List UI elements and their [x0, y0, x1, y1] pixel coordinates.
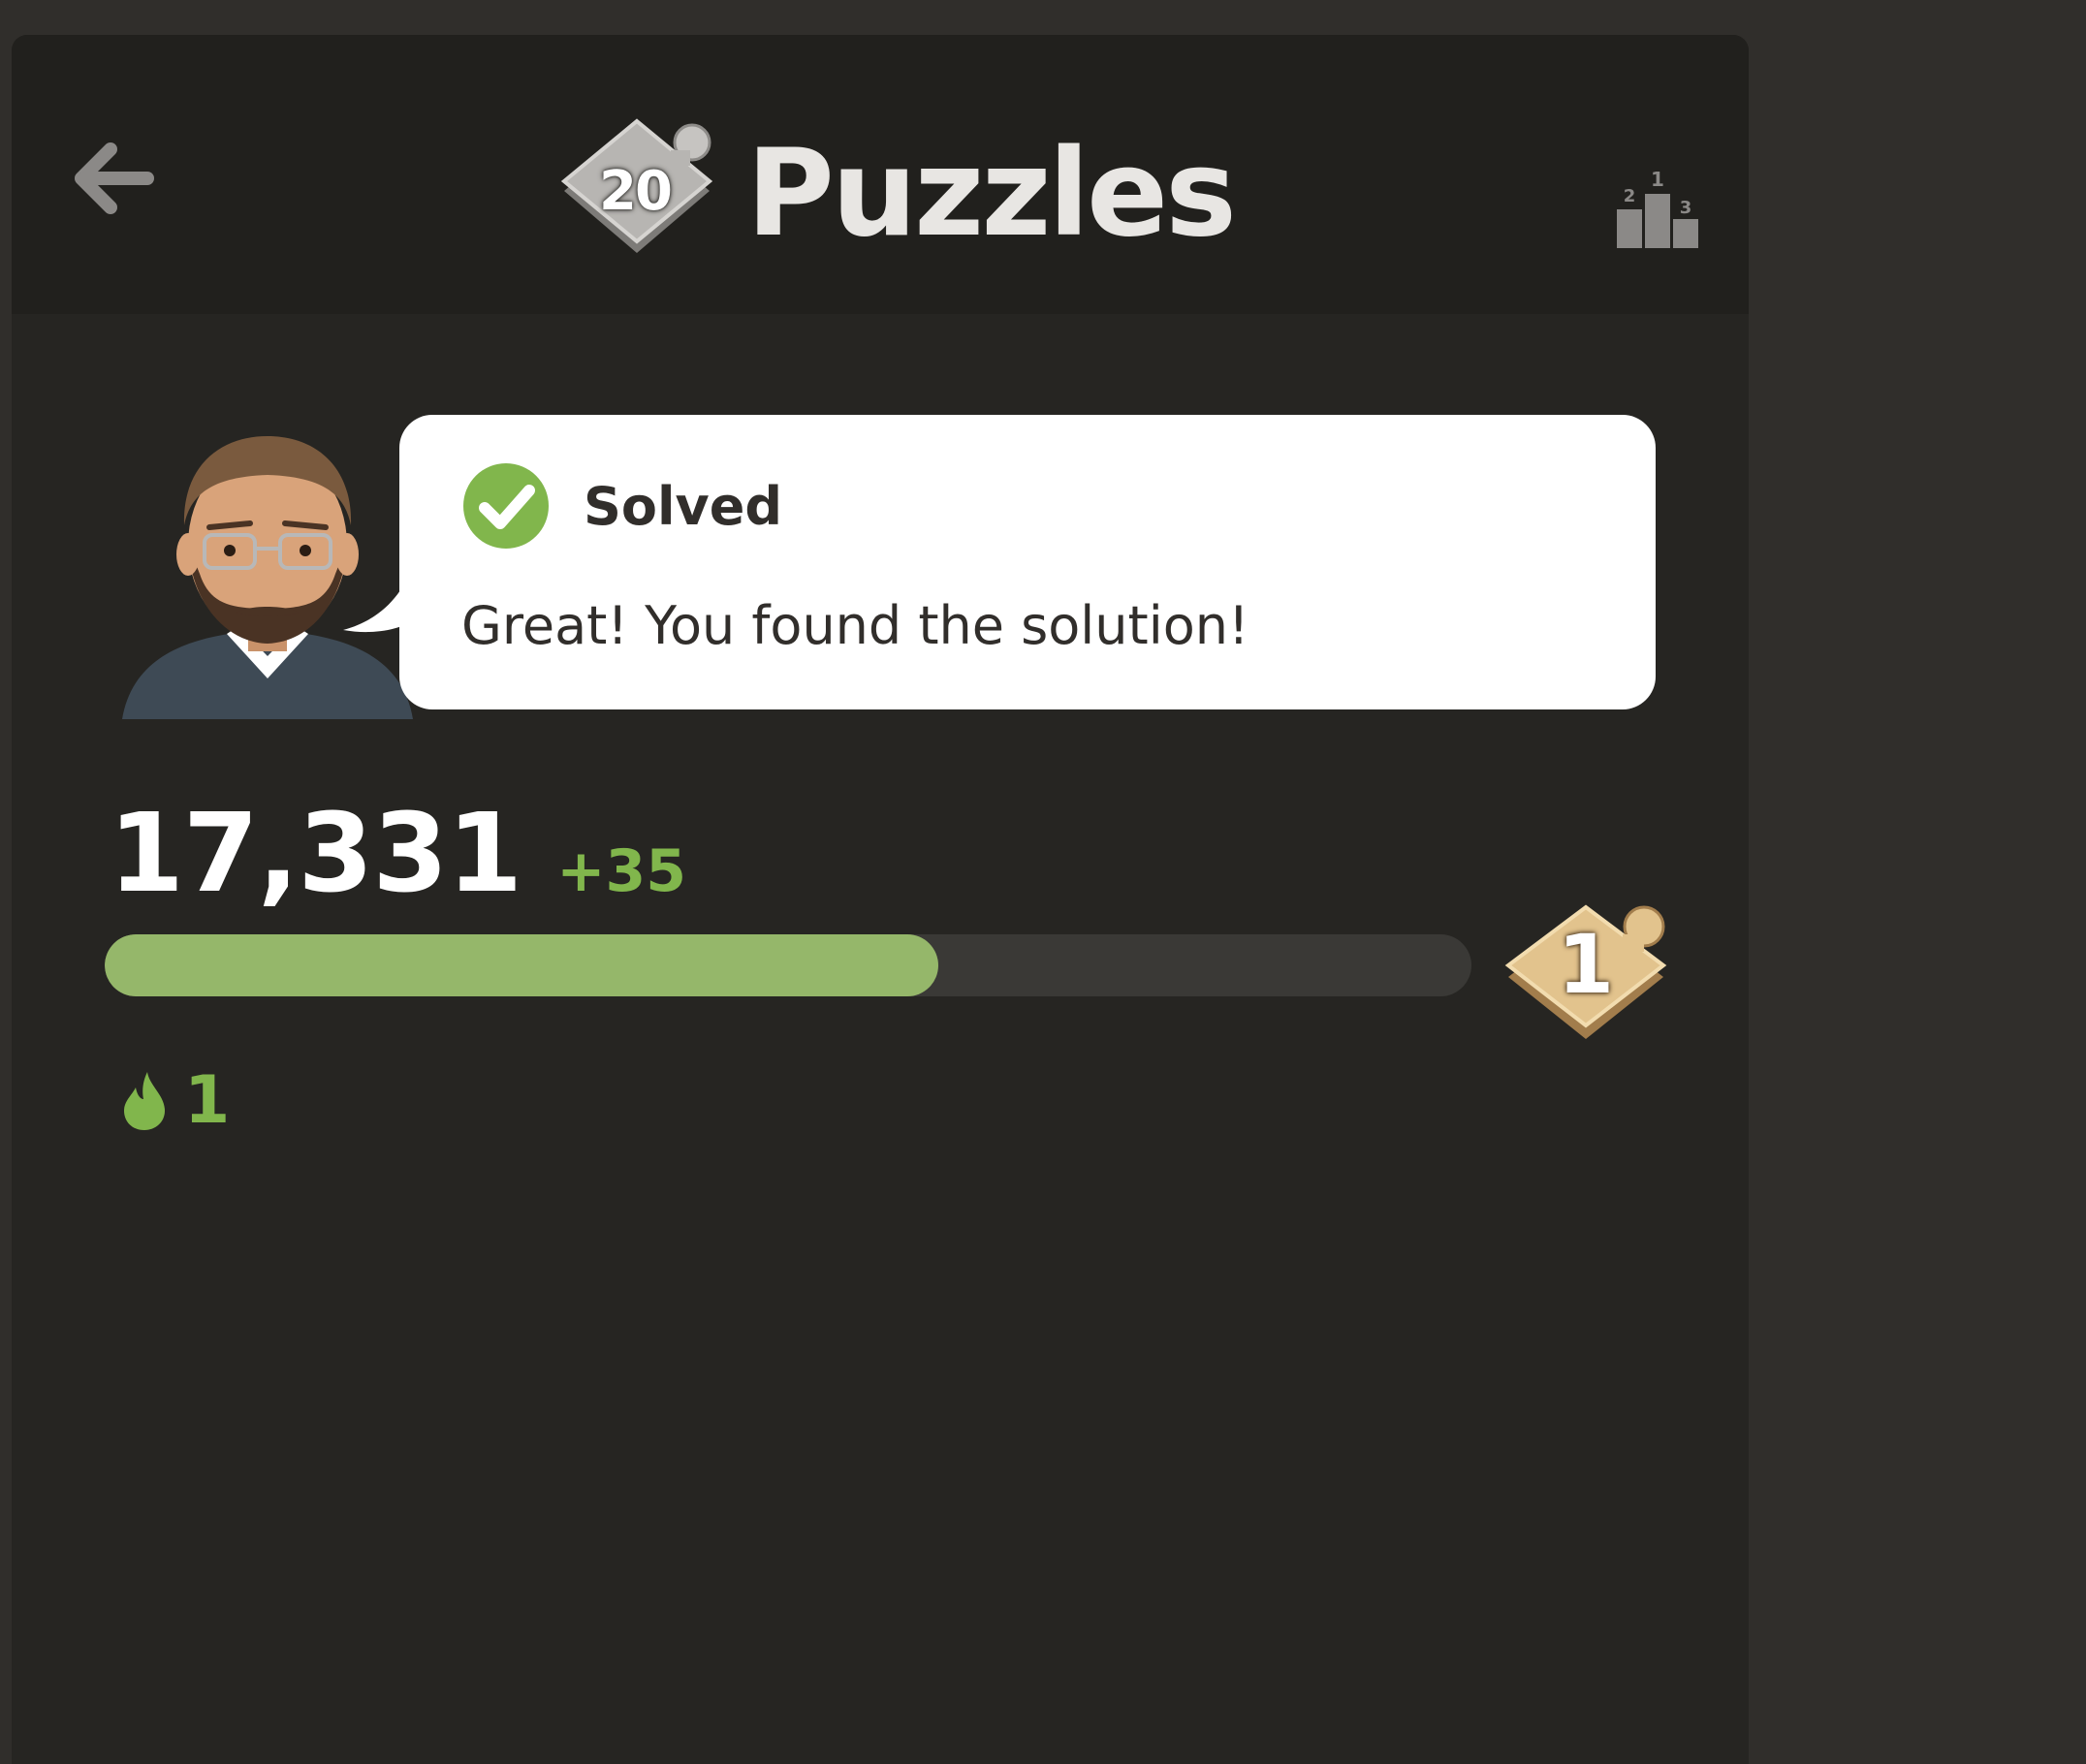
puzzle-badge-number: 20 — [599, 160, 673, 223]
rating-progress-fill — [105, 934, 939, 996]
feedback-message: Great! You found the solution! — [461, 595, 1249, 656]
rating-row: 17,331 +35 — [109, 791, 686, 917]
puzzle-piece-icon: 20 — [554, 111, 719, 276]
streak-count: 1 — [184, 1062, 231, 1139]
feedback-title: Solved — [584, 475, 782, 537]
back-button[interactable] — [68, 132, 161, 225]
page-title-text: Puzzles — [746, 124, 1237, 264]
page-title: 20 Puzzles — [554, 97, 1237, 291]
flame-icon — [120, 1070, 169, 1132]
streak-indicator: 1 — [120, 1062, 230, 1139]
puzzle-rating: 17,331 — [109, 791, 522, 917]
rank-badge: 1 — [1499, 888, 1673, 1062]
feedback-bubble: Solved Great! You found the solution! — [343, 415, 1656, 709]
rating-delta: +35 — [556, 837, 686, 905]
check-circle-icon — [461, 461, 551, 551]
podium-icon: 1 2 3 — [1617, 168, 1698, 248]
puzzles-panel: 20 Puzzles 1 2 3 Solved Great! You found… — [12, 35, 1749, 1764]
svg-text:3: 3 — [1680, 198, 1692, 218]
rank-number: 1 — [1557, 917, 1615, 1012]
svg-text:2: 2 — [1624, 186, 1636, 206]
arrow-left-icon — [75, 142, 154, 214]
leaderboard-button[interactable]: 1 2 3 — [1611, 161, 1704, 248]
svg-text:1: 1 — [1651, 168, 1664, 191]
rating-progress-bar — [105, 934, 1471, 996]
header-bar: 20 Puzzles 1 2 3 — [12, 35, 1749, 314]
